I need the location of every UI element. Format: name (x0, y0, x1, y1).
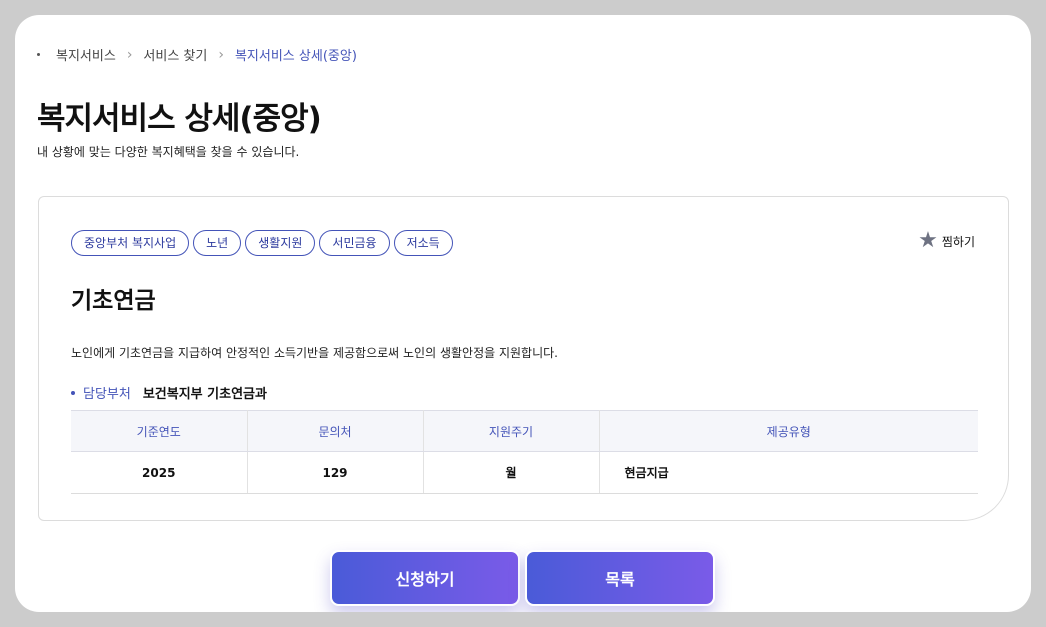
table-cell-contact: 129 (247, 451, 424, 494)
tag[interactable]: 노년 (193, 230, 242, 256)
chevron-right-icon: › (126, 46, 133, 63)
bullet-icon (71, 390, 75, 395)
table-header-cycle: 지원주기 (423, 410, 600, 452)
tag[interactable]: 생활지원 (245, 230, 316, 256)
service-detail-card: 중앙부처 복지사업 노년 생활지원 서민금융 저소득 ★ 찜하기 기초연금 노인… (38, 196, 1009, 521)
table-header-contact: 문의처 (247, 410, 424, 452)
breadcrumb-current: 복지서비스 상세(중앙) (234, 49, 357, 64)
tag[interactable]: 중앙부처 복지사업 (71, 230, 190, 256)
table-cell-cycle: 월 (423, 451, 600, 494)
star-icon: ★ (918, 228, 938, 253)
breadcrumb-item-welfare[interactable]: 복지서비스 (56, 45, 116, 64)
list-button[interactable]: 목록 (525, 550, 715, 606)
department-label: 담당부처 (83, 387, 131, 402)
tag[interactable]: 저소득 (393, 230, 453, 256)
tag[interactable]: 서민금융 (319, 230, 390, 256)
table-cell-type: 현금지급 (599, 451, 978, 494)
bookmark-label: 찜하기 (941, 234, 975, 249)
table-header-type: 제공유형 (599, 410, 978, 452)
page-title: 복지서비스 상세(중앙) (37, 101, 322, 137)
department-info: 담당부처 보건복지부 기초연금과 (71, 383, 267, 402)
page-container: 복지서비스 › 서비스 찾기 › 복지서비스 상세(중앙) 복지서비스 상세(중… (15, 15, 1031, 612)
service-info-table: 기준연도 문의처 지원주기 제공유형 2025 129 월 현금지급 (71, 410, 978, 494)
department-value: 보건복지부 기초연금과 (142, 387, 267, 402)
table-header-row: 기준연도 문의처 지원주기 제공유형 (71, 410, 978, 452)
service-description: 노인에게 기초연금을 지급하여 안정적인 소득기반을 제공함으로써 노인의 생활… (71, 346, 558, 360)
breadcrumb-bullet (37, 53, 40, 56)
table-row: 2025 129 월 현금지급 (71, 451, 978, 494)
breadcrumb-item-search[interactable]: 서비스 찾기 (143, 45, 207, 64)
service-title: 기초연금 (71, 288, 156, 314)
apply-button[interactable]: 신청하기 (330, 550, 520, 606)
tag-list: 중앙부처 복지사업 노년 생활지원 서민금융 저소득 (71, 230, 453, 256)
breadcrumb: 복지서비스 › 서비스 찾기 › 복지서비스 상세(중앙) (37, 45, 357, 64)
page-subtitle: 내 상황에 맞는 다양한 복지혜택을 찾을 수 있습니다. (37, 145, 300, 159)
chevron-right-icon: › (218, 46, 224, 63)
table-header-year: 기준연도 (71, 410, 248, 452)
table-cell-year: 2025 (71, 451, 248, 494)
bookmark-button[interactable]: ★ 찜하기 (918, 228, 975, 253)
